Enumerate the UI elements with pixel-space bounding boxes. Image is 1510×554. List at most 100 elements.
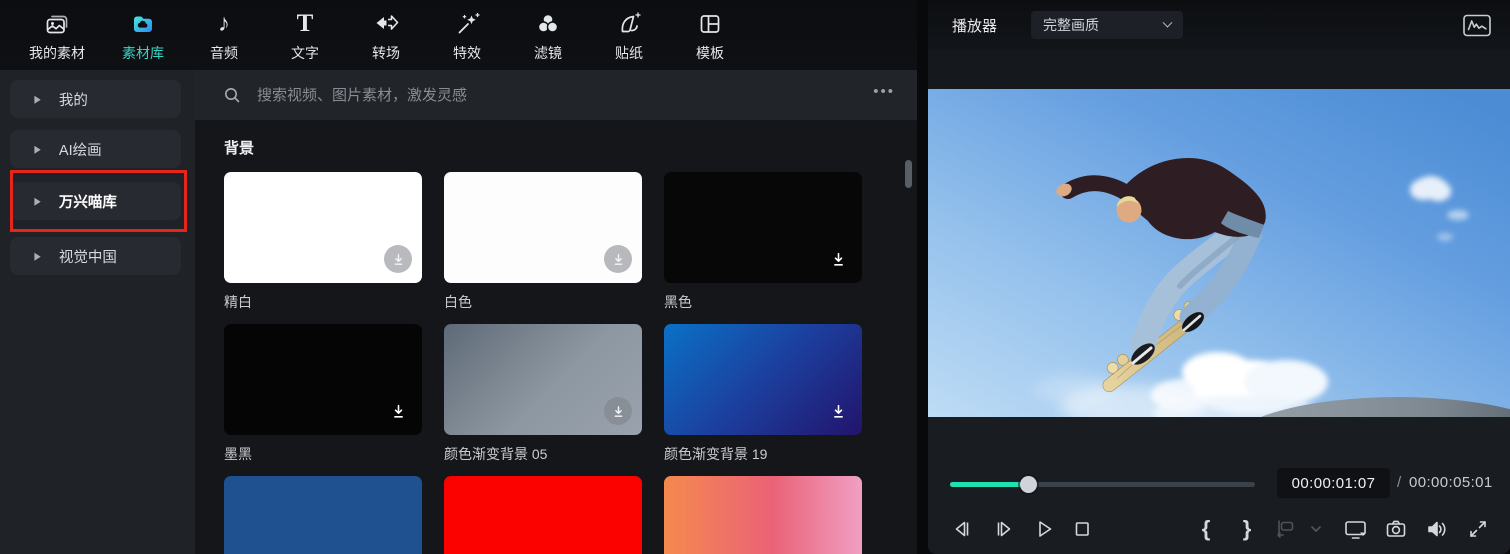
top-toolbar: 我的素材 素材库 ♪ 音频 T 文字 转场 特效 滤镜 贴纸 模板 (0, 0, 917, 70)
quality-dropdown[interactable]: 完整画质 (1031, 11, 1184, 39)
sticker-icon (615, 8, 643, 40)
search-icon (223, 86, 241, 104)
tab-label: 我的素材 (29, 45, 85, 61)
player-panel: 播放器 完整画质 00:00:01:07 / 00:00:05:01 {} (928, 0, 1510, 554)
tab-label: 特效 (453, 45, 481, 61)
background-swatch[interactable] (664, 476, 862, 554)
swatch-label: 黑色 (664, 294, 692, 310)
swatch-label: 颜色渐变背景 19 (664, 446, 768, 462)
background-card: 颜色渐变背景 05 (444, 324, 642, 476)
background-card: 黑色 (664, 172, 862, 324)
player-title: 播放器 (952, 17, 998, 35)
marker-button (1269, 512, 1301, 546)
background-card (664, 476, 862, 554)
stop-button[interactable] (1066, 512, 1098, 546)
tab-audio[interactable]: ♪ 音频 (197, 8, 251, 63)
expand-arrow-icon: ▶ (34, 194, 41, 207)
background-swatch[interactable] (224, 172, 422, 283)
timecode-separator: / (1397, 474, 1402, 491)
tab-text[interactable]: T 文字 (278, 8, 332, 63)
background-card: 墨黑 (224, 324, 422, 476)
tab-label: 素材库 (122, 45, 164, 61)
effects-wand-icon (453, 8, 481, 40)
download-icon[interactable] (384, 245, 412, 273)
background-swatch[interactable] (444, 324, 642, 435)
player-header: 播放器 完整画质 (928, 0, 1510, 50)
tab-stock-library[interactable]: 素材库 (116, 8, 170, 63)
text-icon: T (296, 10, 314, 37)
background-swatch[interactable] (224, 476, 422, 554)
search-bar: ••• (195, 70, 917, 120)
background-card (444, 476, 642, 554)
seek-handle[interactable] (1020, 476, 1037, 493)
marker-chevron-down-icon (1300, 512, 1332, 546)
swatch-label: 精白 (224, 294, 252, 310)
panel-divider (917, 0, 928, 554)
previous-frame-button[interactable] (946, 512, 978, 546)
media-icon (43, 8, 71, 40)
transition-icon (372, 8, 400, 40)
tab-effects[interactable]: 特效 (440, 8, 494, 63)
download-icon[interactable] (604, 245, 632, 273)
tab-label: 滤镜 (534, 45, 562, 61)
tab-stickers[interactable]: 贴纸 (602, 8, 656, 63)
volume-button[interactable] (1421, 512, 1453, 546)
tab-label: 文字 (291, 45, 319, 61)
background-swatch[interactable] (444, 476, 642, 554)
sidebar-item-wondershare-library[interactable]: ▶ 万兴喵库 (10, 182, 181, 220)
music-note-icon: ♪ (218, 10, 230, 37)
swatch-label: 颜色渐变背景 05 (444, 446, 548, 462)
next-frame-button[interactable] (988, 512, 1020, 546)
tab-label: 转场 (372, 45, 400, 61)
expand-arrow-icon: ▶ (34, 249, 41, 262)
background-card: 白色 (444, 172, 642, 324)
mark-in-button[interactable]: { (1190, 512, 1222, 546)
sidebar-item-visual-china[interactable]: ▶ 视觉中国 (10, 237, 181, 275)
template-icon (696, 8, 724, 40)
seek-progress (950, 482, 1028, 487)
download-icon[interactable] (604, 397, 632, 425)
mark-out-button[interactable]: } (1231, 512, 1263, 546)
sidebar-item-ai-painting[interactable]: ▶ AI绘画 (10, 130, 181, 168)
background-grid: 精白 白色 黑色 墨黑 颜色渐变背景 05 颜色渐变背景 19 (224, 172, 884, 554)
fullscreen-button[interactable] (1462, 512, 1494, 546)
expand-arrow-icon: ▶ (34, 92, 41, 105)
seek-track[interactable] (950, 476, 1255, 493)
tab-label: 音频 (210, 45, 238, 61)
current-timecode: 00:00:01:07 (1277, 468, 1390, 498)
section-title-backgrounds: 背景 (224, 140, 255, 157)
total-timecode: 00:00:05:01 (1409, 474, 1493, 491)
tab-templates[interactable]: 模板 (683, 8, 737, 63)
background-card (224, 476, 422, 554)
tab-my-media[interactable]: 我的素材 (25, 8, 89, 63)
download-icon[interactable] (384, 397, 412, 425)
background-swatch[interactable] (664, 172, 862, 283)
tab-filters[interactable]: 滤镜 (521, 8, 575, 63)
tab-label: 模板 (696, 45, 724, 61)
chevron-down-icon (1162, 17, 1173, 28)
filters-icon (534, 8, 562, 40)
more-options-button[interactable]: ••• (873, 84, 895, 103)
search-input[interactable] (257, 86, 874, 104)
seek-bar-row: 00:00:01:07 / 00:00:05:01 (928, 458, 1510, 508)
tab-label: 贴纸 (615, 45, 643, 61)
background-swatch[interactable] (664, 324, 862, 435)
play-button[interactable] (1028, 512, 1060, 546)
letterbox-top (928, 50, 1510, 89)
download-icon[interactable] (824, 245, 852, 273)
download-icon[interactable] (824, 397, 852, 425)
scopes-button[interactable] (1462, 12, 1492, 39)
swatch-label: 白色 (444, 294, 472, 310)
sidebar-item-mine[interactable]: ▶ 我的 (10, 80, 181, 118)
video-preview[interactable] (928, 89, 1510, 417)
tab-transitions[interactable]: 转场 (359, 8, 413, 63)
background-swatch[interactable] (224, 324, 422, 435)
display-device-button[interactable] (1340, 512, 1372, 546)
scrollbar-thumb[interactable] (905, 160, 912, 188)
snapshot-camera-button[interactable] (1380, 512, 1412, 546)
video-editor-app: 我的素材 素材库 ♪ 音频 T 文字 转场 特效 滤镜 贴纸 模板 ▶ 我的 ▶… (0, 0, 1510, 554)
background-swatch[interactable] (444, 172, 642, 283)
sidebar: ▶ 我的 ▶ AI绘画 ▶ 万兴喵库 ▶ 视觉中国 (0, 70, 195, 554)
background-card: 颜色渐变背景 19 (664, 324, 862, 476)
background-card: 精白 (224, 172, 422, 324)
